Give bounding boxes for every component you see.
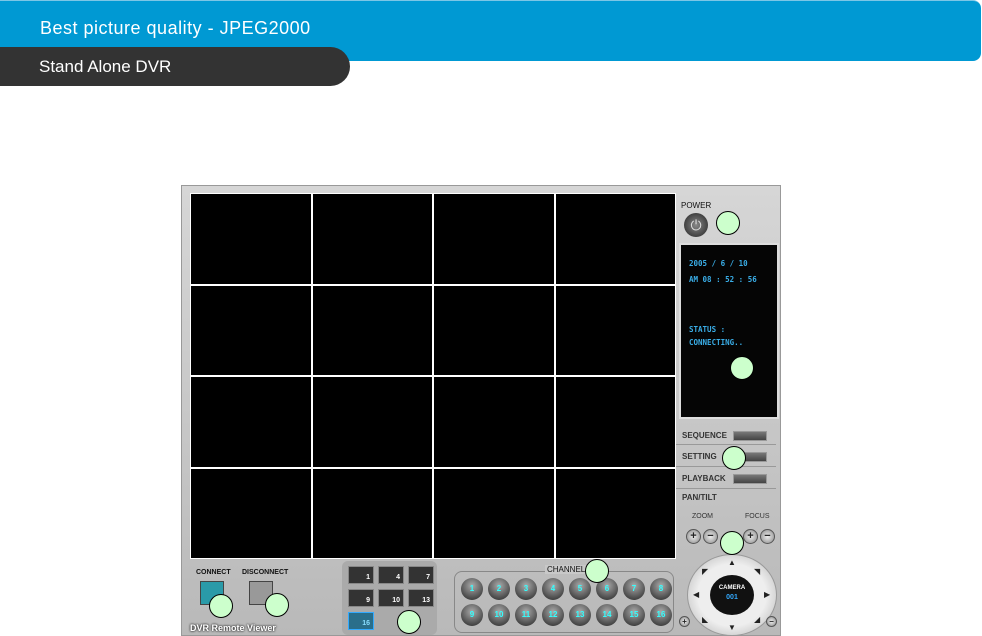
playback-button[interactable] xyxy=(733,474,767,484)
video-cell[interactable] xyxy=(555,194,675,284)
status-display: 2005 / 6 / 10 AM 08 : 52 : 56 STATUS : C… xyxy=(679,243,779,419)
screen-division-panel: 1 4 7 9 10 13 16 N ON xyxy=(342,561,437,635)
video-cell[interactable] xyxy=(434,468,554,558)
video-cell[interactable] xyxy=(434,285,554,375)
arrow-downright-icon[interactable]: ◢ xyxy=(754,615,760,624)
pan-tilt-label: PAN/TILT xyxy=(682,493,717,502)
callout-marker xyxy=(209,594,233,618)
channel-button[interactable]: 4 xyxy=(542,578,564,600)
division-button[interactable]: 7 xyxy=(408,566,434,584)
status-value: CONNECTING.. xyxy=(689,338,744,347)
camera-label: CAMERA xyxy=(718,585,746,591)
focus-out-button[interactable]: − xyxy=(760,529,775,544)
division-button[interactable]: 4 xyxy=(378,566,404,584)
video-cell[interactable] xyxy=(191,194,311,284)
channel-button[interactable]: 7 xyxy=(623,578,645,600)
channel-button[interactable]: 3 xyxy=(515,578,537,600)
arrow-right-icon[interactable]: ▶ xyxy=(764,590,770,599)
channel-button[interactable]: 11 xyxy=(515,604,537,626)
video-cell[interactable] xyxy=(555,285,675,375)
pan-tilt-dial[interactable]: ▲ ▼ ◀ ▶ ◤ ◥ ◣ ◢ CAMERA 001 xyxy=(687,554,777,636)
minus-button[interactable]: − xyxy=(766,616,777,627)
arrow-upleft-icon[interactable]: ◤ xyxy=(702,567,708,576)
channel-button[interactable]: 16 xyxy=(650,604,672,626)
divider xyxy=(676,488,776,489)
callout-marker xyxy=(265,593,289,617)
arrow-upright-icon[interactable]: ◥ xyxy=(754,567,760,576)
video-cell[interactable] xyxy=(191,377,311,467)
arrow-down-icon[interactable]: ▼ xyxy=(728,623,736,632)
channel-button[interactable]: 13 xyxy=(569,604,591,626)
channel-button[interactable]: 10 xyxy=(488,604,510,626)
division-button[interactable]: 9 xyxy=(348,589,374,607)
channel-label: CHANNEL xyxy=(545,565,588,574)
channel-button[interactable]: 12 xyxy=(542,604,564,626)
power-icon: ⏻ xyxy=(690,217,702,233)
video-cell[interactable] xyxy=(312,285,432,375)
video-cell[interactable] xyxy=(312,377,432,467)
video-cell[interactable] xyxy=(555,377,675,467)
zoom-label: ZOOM xyxy=(692,513,713,520)
channel-button[interactable]: 14 xyxy=(596,604,618,626)
dvr-viewer-window: POWER ⏻ 2005 / 6 / 10 AM 08 : 52 : 56 ST… xyxy=(181,185,781,636)
setting-label: SETTING xyxy=(682,452,717,461)
power-button[interactable]: ⏻ xyxy=(684,213,708,237)
banner-subtitle: Stand Alone DVR xyxy=(39,57,172,76)
app-name: DVR Remote Viewer xyxy=(190,623,276,633)
callout-marker xyxy=(585,559,609,583)
zoom-in-button[interactable]: + xyxy=(686,529,701,544)
division-button[interactable]: 13 xyxy=(408,589,434,607)
arrow-left-icon[interactable]: ◀ xyxy=(693,590,699,599)
callout-marker xyxy=(397,610,421,634)
video-grid xyxy=(190,193,676,559)
channel-button[interactable]: 9 xyxy=(461,604,483,626)
video-cell[interactable] xyxy=(555,468,675,558)
video-cell[interactable] xyxy=(434,377,554,467)
video-cell[interactable] xyxy=(191,285,311,375)
callout-marker xyxy=(722,446,746,470)
focus-label: FOCUS xyxy=(745,513,770,520)
video-cell[interactable] xyxy=(191,468,311,558)
connect-label: CONNECT xyxy=(196,569,231,576)
subtitle-tab: Stand Alone DVR xyxy=(0,47,350,86)
channel-panel: 1 2 3 4 5 6 7 8 9 10 11 12 13 14 15 16 xyxy=(454,571,674,633)
callout-marker xyxy=(720,531,744,555)
video-cell[interactable] xyxy=(434,194,554,284)
channel-button[interactable]: 8 xyxy=(650,578,672,600)
channel-button[interactable]: 15 xyxy=(623,604,645,626)
video-cell[interactable] xyxy=(312,468,432,558)
channel-button[interactable]: 1 xyxy=(461,578,483,600)
camera-number: 001 xyxy=(726,594,738,601)
video-cell[interactable] xyxy=(312,194,432,284)
power-label: POWER xyxy=(681,201,712,210)
playback-label: PLAYBACK xyxy=(682,474,726,483)
callout-marker xyxy=(730,356,754,380)
focus-in-button[interactable]: + xyxy=(743,529,758,544)
plus-button[interactable]: + xyxy=(679,616,690,627)
callout-marker xyxy=(716,211,740,235)
sequence-label: SEQUENCE xyxy=(682,431,727,440)
camera-select[interactable]: CAMERA 001 xyxy=(710,575,754,615)
channel-button[interactable]: 2 xyxy=(488,578,510,600)
sequence-button[interactable] xyxy=(733,431,767,441)
time-text: AM 08 : 52 : 56 xyxy=(689,275,757,284)
status-label: STATUS : xyxy=(689,325,726,334)
division-button[interactable]: 16 xyxy=(348,612,374,630)
disconnect-label: DISCONNECT xyxy=(242,569,289,576)
banner-title: Best picture quality - JPEG2000 xyxy=(40,18,311,38)
zoom-out-button[interactable]: − xyxy=(703,529,718,544)
division-button[interactable]: 10 xyxy=(378,589,404,607)
arrow-downleft-icon[interactable]: ◣ xyxy=(702,615,708,624)
date-text: 2005 / 6 / 10 xyxy=(689,259,748,268)
arrow-up-icon[interactable]: ▲ xyxy=(728,558,736,567)
channel-button[interactable]: 5 xyxy=(569,578,591,600)
divider xyxy=(676,444,776,445)
division-button[interactable]: 1 xyxy=(348,566,374,584)
